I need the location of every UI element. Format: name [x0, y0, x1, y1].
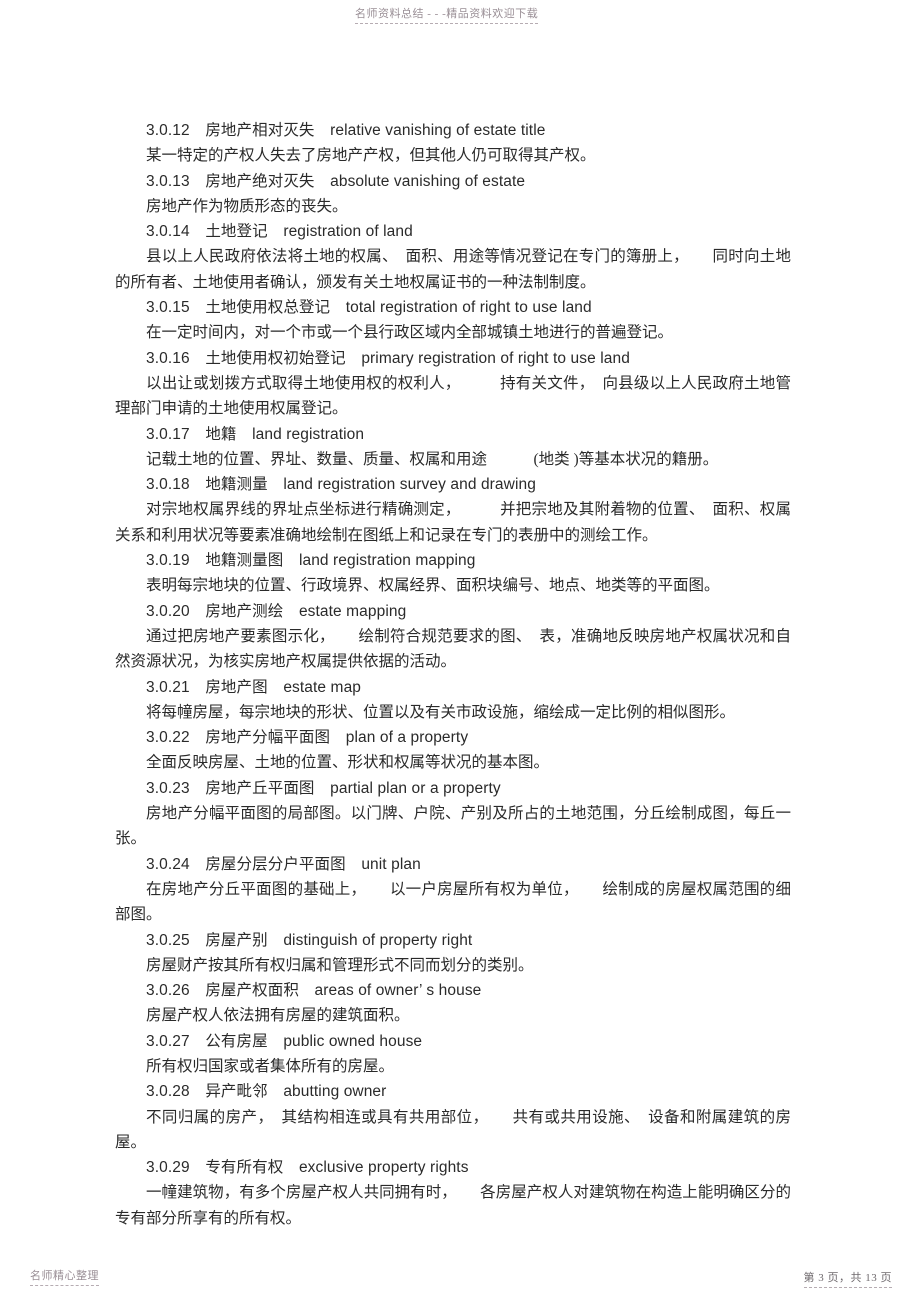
term-english: primary registration of right to use lan…	[361, 349, 630, 367]
glossary-term: 3.0.16 土地使用权初始登记 primary registration of…	[115, 346, 791, 371]
term-chinese: 专有所有权	[205, 1159, 284, 1177]
term-chinese: 土地使用权总登记	[205, 299, 331, 317]
glossary-definition: 全面反映房屋、土地的位置、形状和权属等状况的基本图。	[146, 754, 550, 772]
glossary-term: 3.0.15 土地使用权总登记 total registration of ri…	[115, 295, 791, 320]
glossary-definition: 房地产分幅平面图的局部图。以门牌、户院、产别及所占的土地范围，分丘绘制成图，每丘…	[115, 805, 791, 848]
term-number: 3.0.20	[146, 602, 190, 620]
page-number-footer: 第 3 页，共 13 页	[803, 1272, 892, 1288]
glossary-definition: 不同归属的房产， 其结构相连或具有共用部位， 共有或共用设施、 设备和附属建筑的…	[115, 1108, 791, 1151]
glossary-term: 3.0.19 地籍测量图 land registration mapping	[115, 548, 791, 573]
term-number: 3.0.16	[146, 349, 190, 367]
glossary-content: 3.0.12 房地产相对灭失 relative vanishing of est…	[115, 118, 791, 1231]
glossary-definition: 房屋产权人依法拥有房屋的建筑面积。	[146, 1007, 410, 1025]
glossary-definition: 将每幢房屋，每宗地块的形状、位置以及有关市政设施，缩绘成一定比例的相似图形。	[146, 703, 736, 721]
term-english: abutting owner	[283, 1083, 387, 1101]
term-chinese: 房地产丘平面图	[205, 779, 315, 797]
term-chinese: 房地产相对灭失	[205, 122, 315, 139]
term-english: public owned house	[283, 1032, 423, 1050]
glossary-term: 3.0.12 房地产相对灭失 relative vanishing of est…	[115, 118, 791, 143]
glossary-term: 3.0.21 房地产图 estate map	[115, 675, 791, 700]
glossary-definition: 所有权归国家或者集体所有的房屋。	[146, 1057, 395, 1075]
glossary-definition: 县以上人民政府依法将土地的权属、 面积、用途等情况登记在专门的簿册上， 同时向土…	[115, 248, 791, 291]
glossary-term: 3.0.28 异产毗邻 abutting owner	[115, 1079, 791, 1104]
glossary-definition: 以出让或划拨方式取得土地使用权的权利人， 持有关文件， 向县级以上人民政府土地管…	[115, 374, 791, 418]
glossary-definition: 表明每宗地块的位置、行政境界、权属经界、面积块编号、地点、地类等的平面图。	[146, 577, 720, 595]
term-chinese: 土地登记	[205, 223, 268, 241]
term-chinese: 地籍测量图	[205, 552, 284, 570]
glossary-term: 3.0.23 房地产丘平面图 partial plan or a propert…	[115, 776, 791, 801]
term-english: absolute vanishing of estate	[330, 172, 526, 190]
glossary-definition: 在房地产分丘平面图的基础上， 以一户房屋所有权为单位， 绘制成的房屋权属范围的细…	[115, 880, 791, 924]
term-chinese: 房地产图	[205, 678, 268, 696]
term-number: 3.0.18	[146, 476, 190, 494]
term-english: estate map	[283, 678, 362, 696]
term-number: 3.0.28	[146, 1083, 190, 1101]
term-number: 3.0.19	[146, 552, 190, 570]
term-number: 3.0.23	[146, 779, 190, 797]
glossary-term: 3.0.18 地籍测量 land registration survey and…	[115, 472, 791, 497]
glossary-term: 3.0.25 房屋产别 distinguish of property righ…	[115, 928, 791, 953]
glossary-definition: 记载土地的位置、界址、数量、质量、权属和用途 (地类 )等基本状况的籍册。	[146, 450, 719, 468]
term-chinese: 土地使用权初始登记	[205, 349, 346, 367]
term-english: areas of owner’ s house	[314, 982, 482, 1000]
glossary-definition: 房地产作为物质形态的丧失。	[146, 197, 348, 215]
term-number: 3.0.14	[146, 223, 190, 241]
term-english: land registration survey and drawing	[283, 476, 536, 494]
term-english: land registration mapping	[298, 552, 476, 570]
term-english: relative vanishing of estate title	[330, 122, 546, 139]
term-chinese: 地籍测量	[205, 476, 268, 494]
term-number: 3.0.25	[146, 931, 190, 949]
term-english: exclusive property rights	[298, 1159, 469, 1177]
glossary-term: 3.0.17 地籍 land registration	[115, 422, 791, 447]
watermark-bottom-left: 名师精心整理	[30, 1270, 99, 1286]
glossary-term: 3.0.20 房地产测绘 estate mapping	[115, 599, 791, 624]
term-chinese: 房屋产别	[205, 931, 268, 949]
term-chinese: 房屋产权面积	[205, 982, 299, 1000]
glossary-definition: 一幢建筑物，有多个房屋产权人共同拥有时， 各房屋产权人对建筑物在构造上能明确区分…	[115, 1184, 791, 1227]
document-page: 名师资料总结 - - -精品资料欢迎下载 3.0.12 房地产相对灭失 rela…	[0, 0, 920, 1303]
term-english: registration of land	[283, 223, 413, 241]
term-english: unit plan	[361, 855, 421, 873]
glossary-term: 3.0.29 专有所有权 exclusive property rights	[115, 1155, 791, 1180]
glossary-term: 3.0.26 房屋产权面积 areas of owner’ s house	[115, 978, 791, 1003]
glossary-term: 3.0.22 房地产分幅平面图 plan of a property	[115, 725, 791, 750]
term-number: 3.0.15	[146, 299, 190, 317]
glossary-term: 3.0.27 公有房屋 public owned house	[115, 1029, 791, 1054]
term-english: plan of a property	[345, 729, 469, 747]
term-chinese: 房地产分幅平面图	[205, 729, 331, 747]
term-chinese: 房地产测绘	[205, 602, 284, 620]
term-chinese: 公有房屋	[205, 1032, 268, 1050]
glossary-term: 3.0.24 房屋分层分户平面图 unit plan	[115, 852, 791, 877]
term-english: partial plan or a property	[330, 779, 501, 797]
term-chinese: 异产毗邻	[205, 1083, 268, 1101]
term-number: 3.0.27	[146, 1032, 190, 1050]
term-number: 3.0.26	[146, 982, 190, 1000]
term-english: land registration	[252, 425, 365, 443]
term-chinese: 地籍	[205, 425, 237, 443]
term-number: 3.0.21	[146, 678, 190, 696]
glossary-definition: 通过把房地产要素图示化， 绘制符合规范要求的图、 表，准确地反映房地产权属状况和…	[115, 627, 791, 671]
term-number: 3.0.22	[146, 729, 190, 747]
glossary-definition: 某一特定的产权人失去了房地产产权，但其他人仍可取得其产权。	[146, 147, 596, 165]
glossary-definition: 在一定时间内，对一个市或一个县行政区域内全部城镇土地进行的普遍登记。	[146, 324, 674, 342]
term-english: total registration of right to use land	[345, 299, 592, 317]
term-number: 3.0.17	[146, 425, 190, 443]
term-number: 3.0.12	[146, 122, 190, 139]
term-chinese: 房屋分层分户平面图	[205, 855, 346, 873]
term-number: 3.0.24	[146, 855, 190, 873]
term-number: 3.0.29	[146, 1159, 190, 1177]
term-english: estate mapping	[298, 602, 407, 620]
glossary-definition: 对宗地权属界线的界址点坐标进行精确测定， 并把宗地及其附着物的位置、 面积、权属…	[115, 501, 791, 544]
glossary-definition: 房屋财产按其所有权归属和管理形式不同而划分的类别。	[146, 956, 534, 974]
term-number: 3.0.13	[146, 172, 190, 190]
glossary-term: 3.0.14 土地登记 registration of land	[115, 219, 791, 244]
watermark-top: 名师资料总结 - - -精品资料欢迎下载	[355, 8, 539, 24]
glossary-term: 3.0.13 房地产绝对灭失 absolute vanishing of est…	[115, 169, 791, 194]
term-english: distinguish of property right	[283, 931, 473, 949]
term-chinese: 房地产绝对灭失	[205, 172, 315, 190]
